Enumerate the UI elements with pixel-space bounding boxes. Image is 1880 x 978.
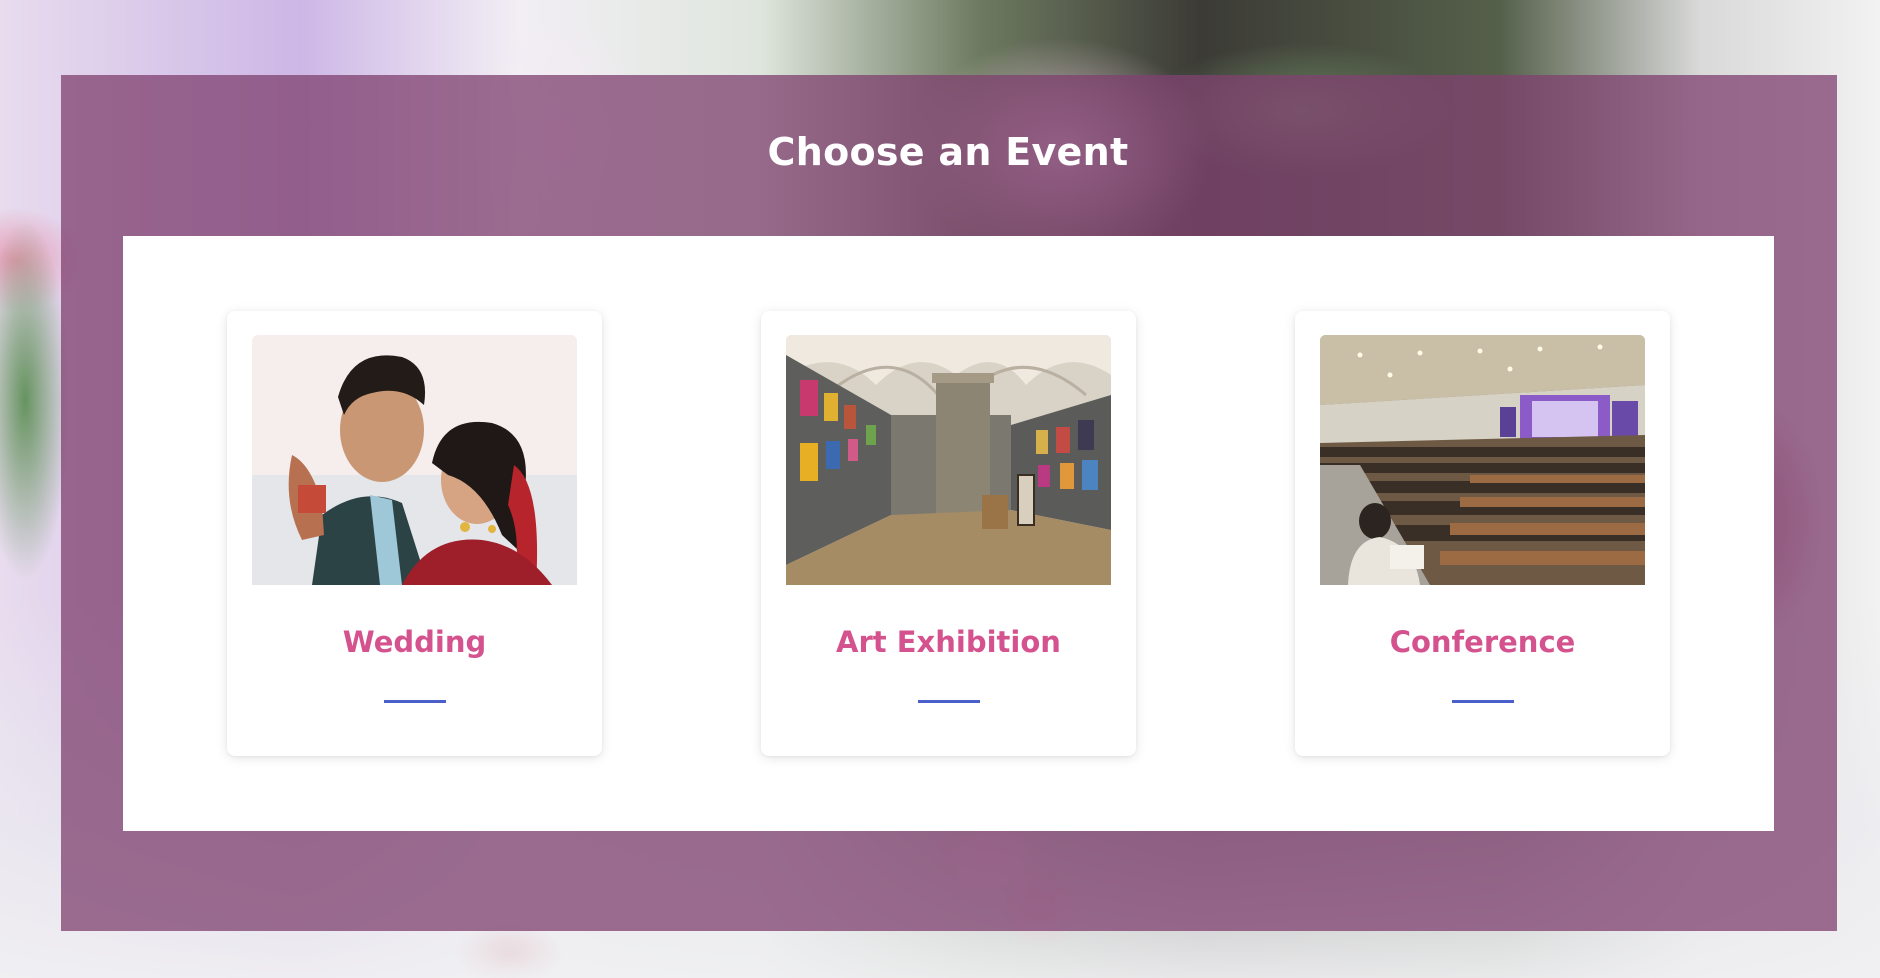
event-card-art-exhibition[interactable]: Art Exhibition xyxy=(761,311,1136,756)
art-exhibition-image xyxy=(786,335,1111,585)
conference-image xyxy=(1320,335,1645,585)
title-underline xyxy=(918,700,980,703)
section-title: Choose an Event xyxy=(767,130,1129,174)
event-card-conference[interactable]: Conference xyxy=(1295,311,1670,756)
event-card-title: Wedding xyxy=(342,625,487,659)
event-card-title: Conference xyxy=(1389,625,1576,659)
title-underline xyxy=(384,700,446,703)
wedding-image xyxy=(252,335,577,585)
event-card-title: Art Exhibition xyxy=(836,625,1061,659)
title-underline xyxy=(1452,700,1514,703)
event-card-wedding[interactable]: Wedding xyxy=(227,311,602,756)
